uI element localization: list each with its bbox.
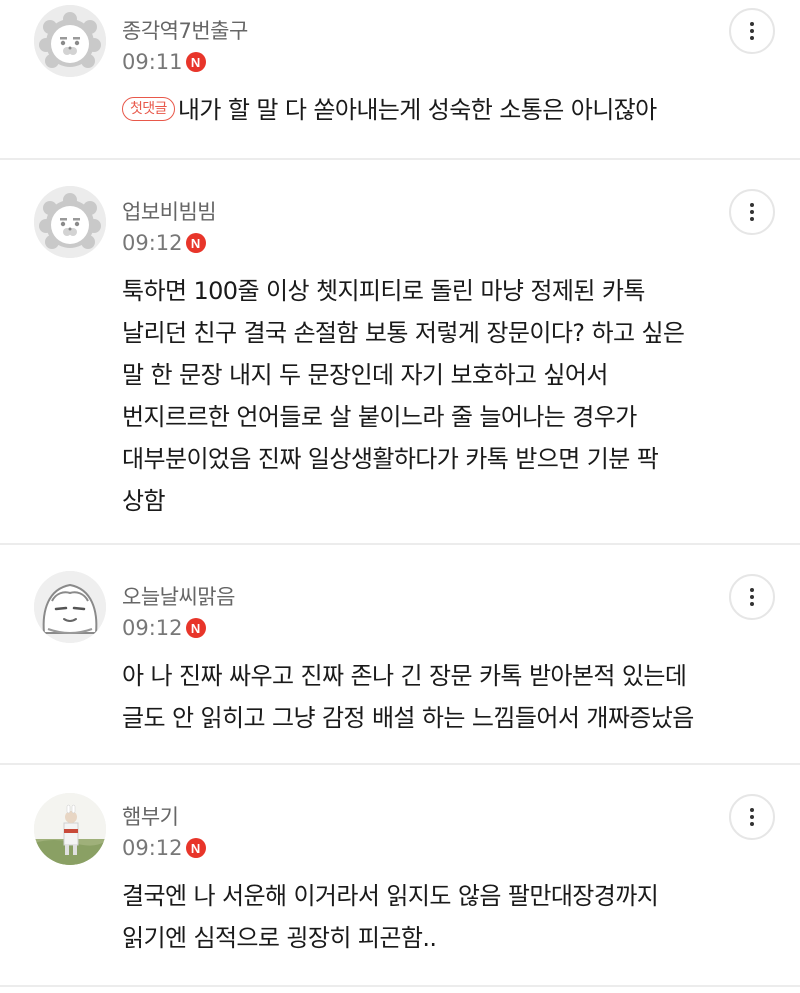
comment-line: 결국엔 나 서운해 이거라서 읽지도 않음 팔만대장경까지 — [122, 882, 659, 910]
more-vertical-icon — [750, 808, 754, 826]
first-comment-badge: 첫댓글 — [122, 97, 175, 121]
comment-line: 상함 — [122, 487, 166, 515]
comment-line: 첫댓글 내가 할 말 다 쏟아내는게 성숙한 소통은 아니잖아 — [122, 89, 740, 131]
comment-body: 툭하면 100줄 이상 쳇지피티로 돌린 마냥 정제된 카톡 날리던 친구 결국… — [122, 270, 740, 522]
comment-line: 읽기엔 심적으로 굉장히 피곤함.. — [122, 924, 437, 952]
comment-line: 툭하면 100줄 이상 쳇지피티로 돌린 마냥 정제된 카톡 — [122, 277, 645, 305]
avatar[interactable] — [34, 571, 106, 643]
more-vertical-icon — [750, 22, 754, 40]
more-options-button[interactable] — [729, 794, 775, 840]
comment-line: 말 한 문장 내지 두 문장인데 자기 보호하고 싶어서 — [122, 361, 608, 389]
comment-text: 내가 할 말 다 쏟아내는게 성숙한 소통은 아니잖아 — [177, 96, 657, 124]
timestamp: 09:12 — [122, 616, 183, 640]
new-badge: N — [185, 618, 206, 638]
timestamp-row: 09:12 N — [122, 616, 206, 640]
ryan-lion-icon — [34, 5, 106, 77]
timestamp: 09:11 — [122, 50, 183, 74]
comment-item: 햄부기 09:12 N 결국엔 나 서운해 이거라서 읽지도 않음 팔만대장경까… — [0, 765, 800, 987]
comment-body: 아 나 진짜 싸우고 진짜 존나 긴 장문 카톡 받아본적 있는데 글도 안 읽… — [122, 655, 740, 739]
photo-avatar — [34, 793, 106, 865]
comment-item: 종각역7번출구 09:11 N 첫댓글 내가 할 말 다 쏟아내는게 성숙한 소통… — [0, 0, 800, 160]
more-vertical-icon — [750, 588, 754, 606]
smug-character-icon — [34, 571, 106, 643]
comment-body: 결국엔 나 서운해 이거라서 읽지도 않음 팔만대장경까지 읽기엔 심적으로 굉… — [122, 875, 740, 959]
comment-line: 아 나 진짜 싸우고 진짜 존나 긴 장문 카톡 받아본적 있는데 — [122, 662, 687, 690]
comment-item: 오늘날씨맑음 09:12 N 아 나 진짜 싸우고 진짜 존나 긴 장문 카톡 … — [0, 545, 800, 765]
comment-body: 첫댓글 내가 할 말 다 쏟아내는게 성숙한 소통은 아니잖아 — [122, 89, 740, 131]
comment-line: 대부분이었음 진짜 일상생활하다가 카톡 받으면 기분 팍 — [122, 445, 659, 473]
comment-line: 번지르르한 언어들로 살 붙이느라 줄 늘어나는 경우가 — [122, 403, 637, 431]
more-options-button[interactable] — [729, 574, 775, 620]
comment-list: 종각역7번출구 09:11 N 첫댓글 내가 할 말 다 쏟아내는게 성숙한 소통… — [0, 0, 800, 987]
timestamp-row: 09:12 N — [122, 836, 206, 860]
more-options-button[interactable] — [729, 8, 775, 54]
nickname[interactable]: 업보비빔빔 — [122, 196, 217, 226]
new-badge: N — [185, 838, 206, 858]
avatar[interactable] — [34, 5, 106, 77]
timestamp: 09:12 — [122, 231, 183, 255]
comment-item: 업보비빔빔 09:12 N 툭하면 100줄 이상 쳇지피티로 돌린 마냥 정제… — [0, 160, 800, 545]
timestamp-row: 09:12 N — [122, 231, 206, 255]
more-options-button[interactable] — [729, 189, 775, 235]
avatar[interactable] — [34, 793, 106, 865]
new-badge: N — [185, 52, 206, 72]
avatar[interactable] — [34, 186, 106, 258]
ryan-lion-icon — [34, 186, 106, 258]
more-vertical-icon — [750, 203, 754, 221]
timestamp: 09:12 — [122, 836, 183, 860]
nickname[interactable]: 햄부기 — [122, 801, 179, 831]
nickname[interactable]: 종각역7번출구 — [122, 15, 248, 45]
comment-line: 글도 안 읽히고 그냥 감정 배설 하는 느낌들어서 개짜증났음 — [122, 704, 694, 732]
nickname[interactable]: 오늘날씨맑음 — [122, 581, 235, 611]
new-badge: N — [185, 233, 206, 253]
comment-line: 날리던 친구 결국 손절함 보통 저렇게 장문이다? 하고 싶은 — [122, 319, 685, 347]
timestamp-row: 09:11 N — [122, 50, 206, 74]
